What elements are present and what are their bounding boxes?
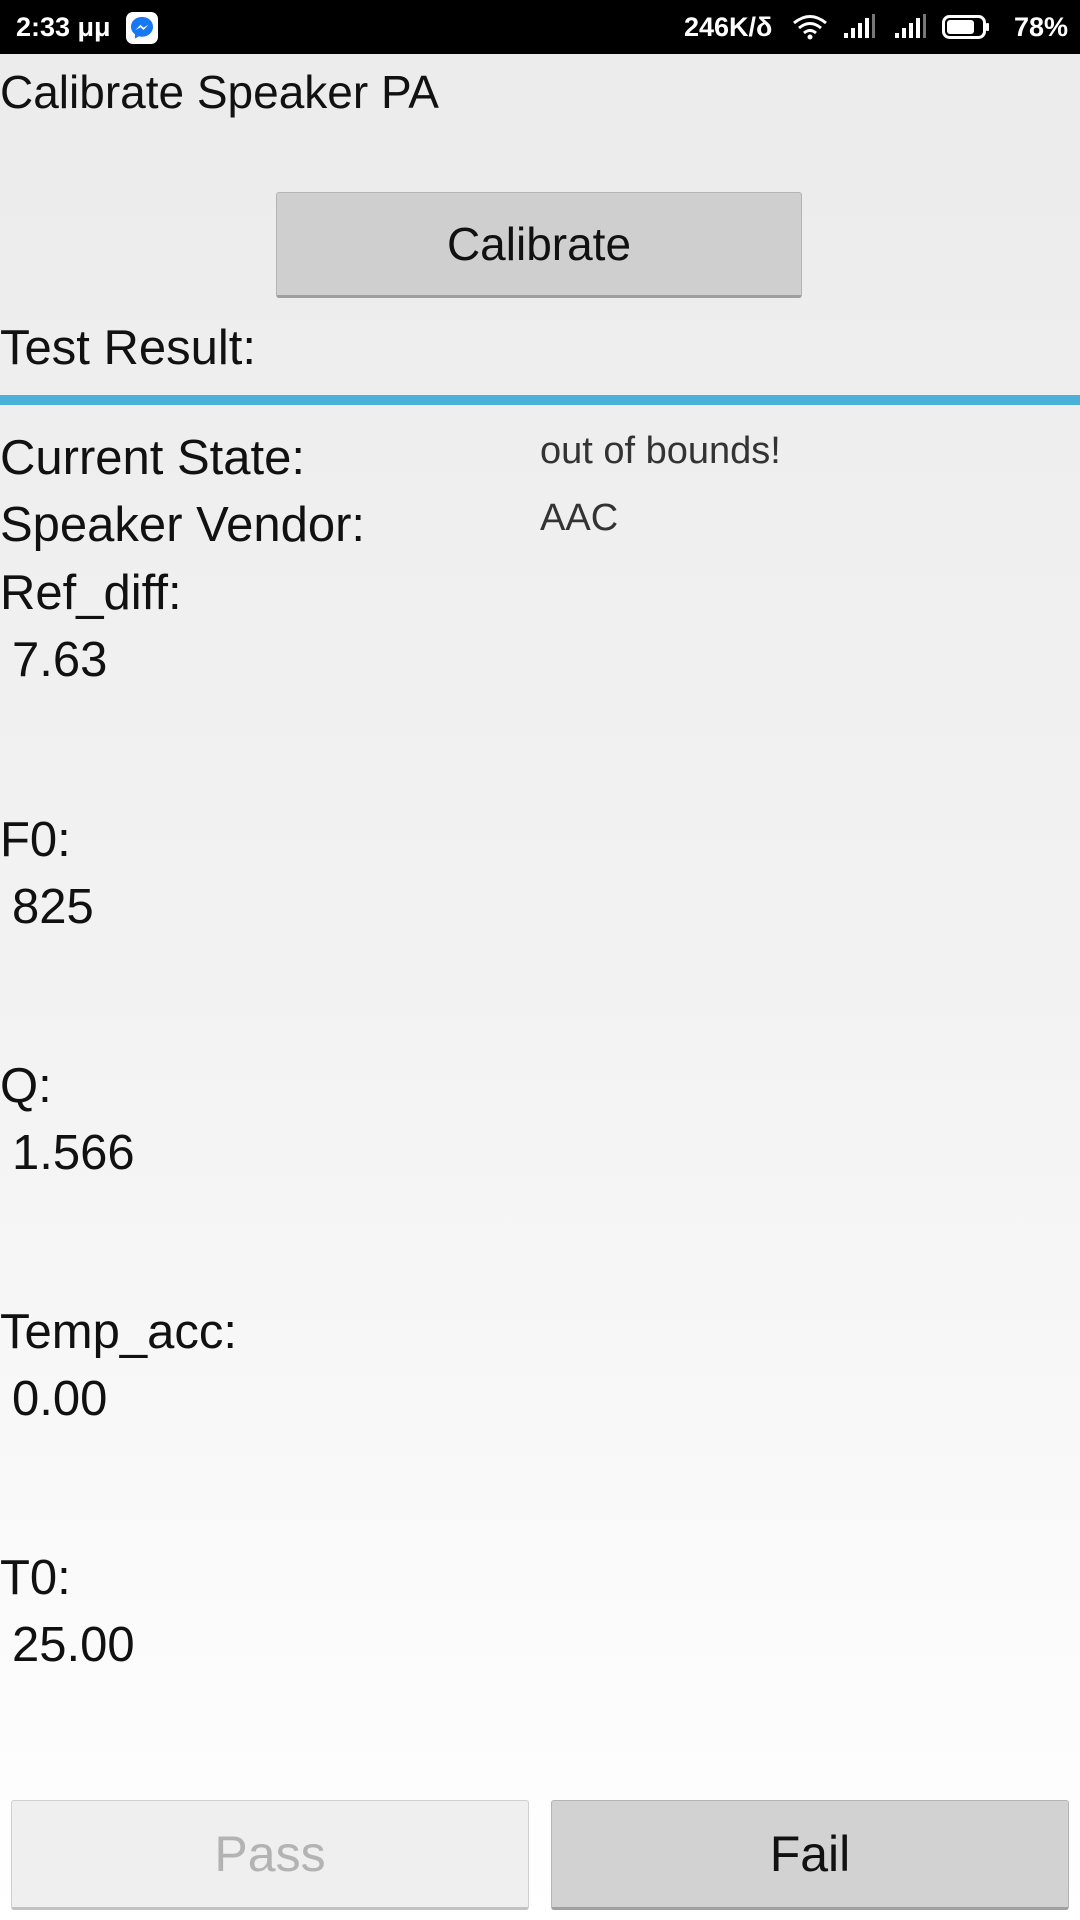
- ref-diff-label: Ref_diff:: [0, 566, 182, 620]
- signal-icon: [895, 14, 926, 38]
- pass-button[interactable]: Pass: [11, 1800, 529, 1910]
- t0-label: T0:: [0, 1551, 71, 1605]
- messenger-icon: [126, 12, 158, 44]
- fail-button[interactable]: Fail: [551, 1800, 1069, 1910]
- current-state-value: out of bounds!: [540, 430, 781, 472]
- f0-value: 825: [12, 880, 94, 934]
- temp-acc-label: Temp_acc:: [0, 1305, 237, 1359]
- wifi-icon: [793, 15, 827, 40]
- test-result-label: Test Result:: [0, 321, 256, 375]
- divider: [0, 395, 1080, 405]
- page-title: Calibrate Speaker PA: [0, 66, 439, 118]
- speaker-vendor-label: Speaker Vendor:: [0, 498, 366, 552]
- f0-label: F0:: [0, 813, 71, 867]
- t0-value: 25.00: [12, 1618, 135, 1672]
- battery-icon: [942, 15, 989, 39]
- battery-percent: 78%: [1014, 12, 1069, 42]
- temp-acc-value: 0.00: [12, 1372, 108, 1426]
- signal-icon: [844, 14, 875, 38]
- network-speed: 246K/δ: [684, 12, 773, 42]
- status-time: 2:33 μμ: [16, 12, 111, 42]
- calibrate-button[interactable]: Calibrate: [276, 192, 802, 298]
- q-value: 1.566: [12, 1126, 135, 1180]
- current-state-label: Current State:: [0, 431, 306, 485]
- ref-diff-value: 7.63: [12, 633, 108, 687]
- speaker-vendor-value: AAC: [540, 497, 619, 539]
- status-bar: 2:33 μμ 246K/δ 78%: [0, 0, 1080, 54]
- q-label: Q:: [0, 1059, 52, 1113]
